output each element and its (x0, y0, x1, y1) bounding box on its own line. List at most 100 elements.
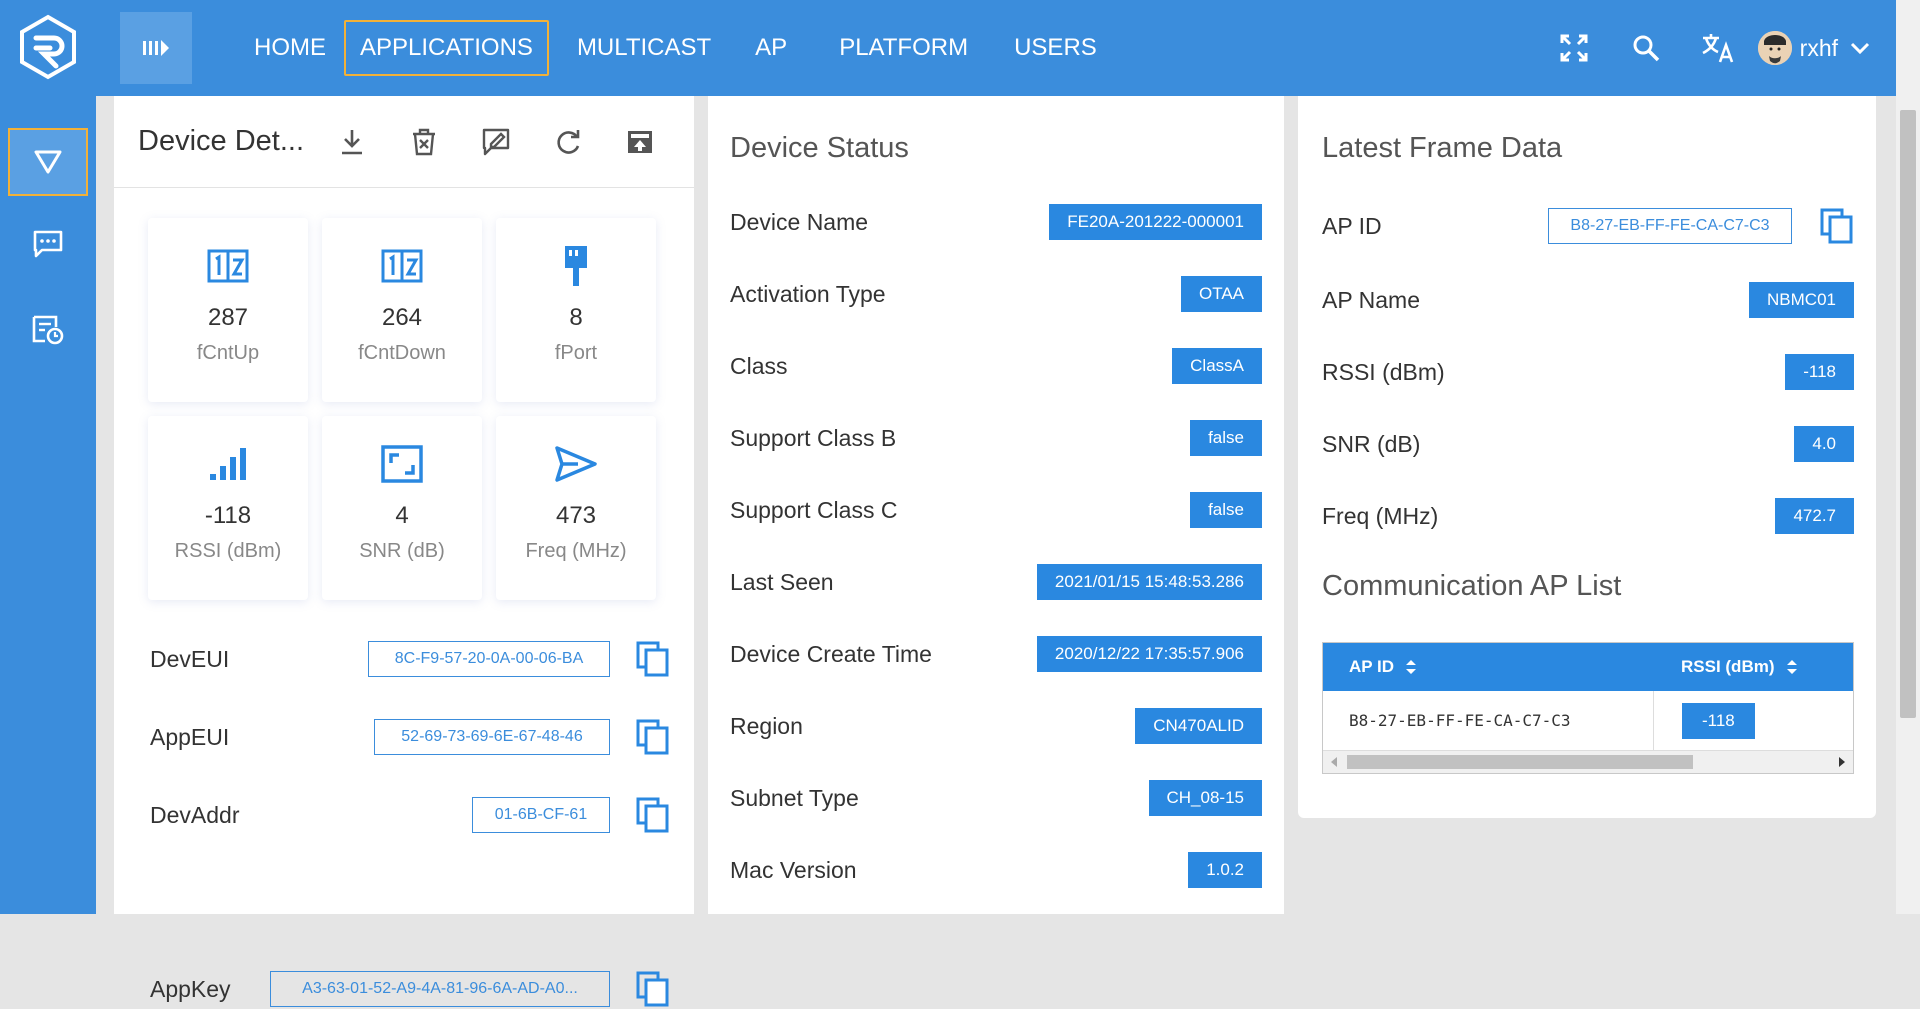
stat-value: 264 (381, 304, 423, 331)
nav-users[interactable]: USERS (1000, 20, 1111, 76)
ap-list-title: Communication AP List (1322, 570, 1622, 602)
ap-id-row: AP ID B8-27-EB-FF-FE-CA-C7-C3 (1322, 206, 1854, 246)
top-bar: HOME APPLICATIONS MULTICAST AP PLATFORM … (0, 0, 1896, 96)
copy-icon[interactable] (636, 971, 670, 1007)
nav-home[interactable]: HOME (240, 20, 340, 76)
row-value: false (1190, 492, 1262, 528)
stat-label: SNR (dB) (359, 540, 445, 562)
nav-multicast[interactable]: MULTICAST (563, 20, 725, 76)
row-label: Region (730, 712, 803, 739)
horizontal-scrollbar[interactable] (1323, 751, 1853, 773)
deveui-value: 8C-F9-57-20-0A-00-06-BA (368, 641, 610, 677)
device-stats: 287 fCntUp 264 fCntDown 8 fPort -118 RSS… (148, 218, 660, 600)
row-value: FE20A-201222-000001 (1049, 204, 1262, 240)
row-label: Support Class C (730, 496, 898, 523)
stat-value: 473 (555, 502, 597, 529)
sort-icon (1406, 659, 1417, 674)
column-header-ap-id[interactable]: AP ID (1323, 657, 1653, 677)
scrollbar-thumb[interactable] (1900, 110, 1916, 718)
delete-icon[interactable] (388, 117, 460, 167)
frame-row: RSSI (dBm) -118 (1322, 352, 1854, 392)
kv-label: DevEUI (150, 645, 230, 672)
nav-applications[interactable]: APPLICATIONS (344, 20, 549, 76)
signal-icon (148, 438, 308, 490)
menu-toggle-button[interactable] (120, 12, 192, 84)
latest-frame-title: Latest Frame Data (1322, 132, 1563, 164)
status-row: Region CN470ALID (730, 706, 1262, 746)
sidebar-item-filter[interactable] (8, 128, 88, 196)
status-row: Support Class B false (730, 418, 1262, 458)
sidebar-item-messages[interactable] (8, 210, 88, 278)
scroll-left-icon[interactable] (1329, 756, 1339, 768)
upload-icon[interactable] (604, 117, 676, 167)
row-value: CN470ALID (1135, 708, 1262, 744)
search-icon[interactable] (1610, 12, 1682, 84)
frame-row: Freq (MHz) 472.7 (1322, 496, 1854, 536)
row-value: OTAA (1180, 276, 1262, 312)
kv-deveui: DevEUI 8C-F9-57-20-0A-00-06-BA (150, 639, 670, 679)
status-row: Last Seen 2021/01/15 15:48:53.286 (730, 562, 1262, 602)
rssi-cell: -118 (1682, 702, 1755, 739)
row-value: 2020/12/22 17:35:57.906 (1036, 636, 1262, 672)
refresh-icon[interactable] (532, 117, 604, 167)
row-value: ClassA (1172, 348, 1262, 384)
translate-icon[interactable] (1682, 12, 1754, 84)
latest-frame-panel: Latest Frame Data AP ID B8-27-EB-FF-FE-C… (1298, 96, 1876, 818)
ap-id-value: B8-27-EB-FF-FE-CA-C7-C3 (1548, 208, 1792, 244)
frame-row: AP Name NBMC01 (1322, 280, 1854, 320)
copy-icon[interactable] (1820, 208, 1854, 244)
nav-platform[interactable]: PLATFORM (825, 20, 982, 76)
user-menu[interactable]: rxhf (1757, 31, 1870, 65)
column-label: RSSI (dBm) (1681, 656, 1775, 676)
copy-icon[interactable] (636, 797, 670, 833)
kv-label: DevAddr (150, 801, 240, 828)
row-label: Freq (MHz) (1322, 502, 1439, 529)
vertical-scrollbar[interactable] (1896, 0, 1920, 914)
row-value: 1.0.2 (1188, 852, 1262, 888)
stat-value: 8 (569, 304, 583, 331)
row-label: Device Name (730, 208, 869, 235)
row-label: Device Create Time (730, 640, 932, 667)
toolbar-icons: rxhf (1538, 0, 1896, 96)
row-label: Support Class B (730, 424, 897, 451)
ap-id-cell: B8-27-EB-FF-FE-CA-C7-C3 (1349, 711, 1571, 730)
main-nav: HOME APPLICATIONS MULTICAST AP PLATFORM … (240, 0, 1111, 96)
ap-list-table: AP ID RSSI (dBm) B8-27-EB-FF-FE-CA-C7-C3… (1322, 642, 1854, 774)
table-header: AP ID RSSI (dBm) (1323, 643, 1853, 691)
status-row: Device Create Time 2020/12/22 17:35:57.90… (730, 634, 1262, 674)
status-row: Support Class C false (730, 490, 1262, 530)
copy-icon[interactable] (636, 719, 670, 755)
row-value: NBMC01 (1749, 282, 1854, 318)
avatar (1757, 31, 1792, 65)
device-details-title: Device Det... (138, 125, 304, 157)
chevron-down-icon (1850, 42, 1870, 55)
download-icon[interactable] (316, 117, 388, 167)
stat-rssi: -118 RSSI (dBm) (148, 416, 308, 600)
stat-value: 4 (395, 502, 409, 529)
nav-ap[interactable]: AP (741, 20, 801, 76)
status-row: Activation Type OTAA (730, 274, 1262, 314)
column-label: AP ID (1349, 656, 1395, 676)
copy-icon[interactable] (636, 641, 670, 677)
device-details-panel: Device Det... 287 fCntUp 264 fCntDown 8 … (114, 96, 694, 1007)
app-logo[interactable] (18, 14, 78, 80)
stat-fcntdown: 264 fCntDown (322, 218, 482, 402)
scrollbar-thumb[interactable] (1347, 755, 1693, 769)
snr-icon (322, 438, 482, 490)
edit-icon[interactable] (460, 117, 532, 167)
sidebar-item-history[interactable] (8, 296, 88, 364)
device-status-title: Device Status (730, 132, 909, 164)
counter-icon (148, 240, 308, 292)
status-row: Device Name FE20A-201222-000001 (730, 202, 1262, 242)
fullscreen-icon[interactable] (1538, 12, 1610, 84)
row-label: Class (730, 352, 788, 379)
row-label: SNR (dB) (1322, 430, 1421, 457)
scroll-right-icon[interactable] (1837, 756, 1847, 768)
menu-expand-icon (143, 40, 169, 56)
row-value: 4.0 (1794, 426, 1854, 462)
stat-label: fCntDown (358, 342, 446, 364)
send-icon (496, 438, 656, 490)
stat-value: -118 (204, 502, 252, 529)
stat-fcntup: 287 fCntUp (148, 218, 308, 402)
column-header-rssi[interactable]: RSSI (dBm) (1653, 643, 1853, 690)
